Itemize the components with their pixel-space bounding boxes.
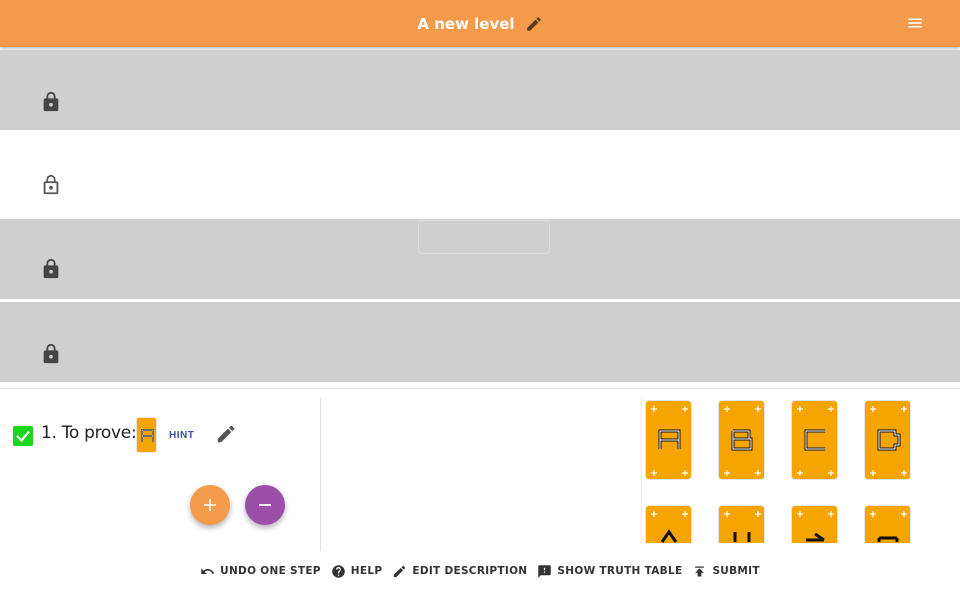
lock-open-icon[interactable] — [40, 173, 62, 197]
help-button[interactable]: HELP — [331, 564, 383, 579]
edit-description-label: EDIT DESCRIPTION — [412, 565, 528, 577]
upload-icon — [695, 566, 705, 576]
app-root: A new level 1. To prove: HINT UNDO ONE S… — [0, 0, 960, 589]
palette-card-7[interactable] — [791, 505, 838, 543]
help-label: HELP — [350, 565, 383, 577]
show-truth-table-button[interactable]: SHOW TRUTH TABLE — [537, 564, 682, 579]
level-title: A new level — [417, 14, 515, 33]
undo-icon — [201, 567, 215, 574]
plus-icon — [204, 499, 216, 511]
lock-closed-icon — [43, 343, 59, 364]
truth-table-label: SHOW TRUTH TABLE — [557, 565, 683, 577]
pencil-icon[interactable] — [525, 15, 543, 33]
palette-card-c[interactable] — [791, 400, 838, 480]
lock-closed-icon — [43, 258, 59, 279]
undo-label: UNDO ONE STEP — [220, 565, 321, 577]
lock-closed-icon — [43, 91, 59, 112]
hamburger-menu-icon[interactable] — [906, 14, 924, 32]
undo-button[interactable]: UNDO ONE STEP — [200, 564, 321, 579]
feedback-icon — [538, 564, 552, 578]
palette-card-a[interactable] — [645, 400, 692, 480]
goal-card[interactable] — [136, 417, 157, 453]
step-panel: 1. To prove: HINT — [0, 388, 960, 551]
palette-card-8[interactable] — [864, 505, 911, 543]
card-palette — [641, 397, 960, 543]
help-icon — [332, 564, 345, 578]
drop-target-placeholder — [418, 220, 550, 254]
proof-row-1[interactable] — [0, 50, 960, 130]
proof-row-2[interactable] — [0, 131, 960, 218]
add-step-button[interactable] — [190, 485, 230, 525]
palette-card-6[interactable] — [718, 505, 765, 543]
pane-divider — [320, 397, 321, 551]
step-label: 1. To prove: — [41, 423, 137, 443]
palette-card-5[interactable] — [645, 505, 692, 543]
pencil-icon[interactable] — [215, 423, 237, 445]
app-header: A new level — [0, 0, 960, 47]
remove-step-button[interactable] — [245, 485, 285, 525]
action-toolbar: UNDO ONE STEP HELP EDIT DESCRIPTION SHOW… — [0, 556, 960, 586]
submit-button[interactable]: SUBMIT — [692, 564, 760, 579]
pencil-icon — [394, 565, 406, 577]
step-complete-checkbox — [13, 426, 33, 446]
hint-button[interactable]: HINT — [169, 430, 194, 441]
current-step: 1. To prove: HINT — [0, 389, 320, 549]
check-icon — [16, 430, 30, 443]
submit-label: SUBMIT — [712, 565, 760, 577]
palette-card-d[interactable] — [864, 400, 911, 480]
edit-description-button[interactable]: EDIT DESCRIPTION — [392, 564, 527, 579]
letter-a-glyph — [141, 429, 154, 442]
palette-card-b[interactable] — [718, 400, 765, 480]
proof-row-4[interactable] — [0, 302, 960, 382]
minus-icon — [259, 504, 271, 506]
